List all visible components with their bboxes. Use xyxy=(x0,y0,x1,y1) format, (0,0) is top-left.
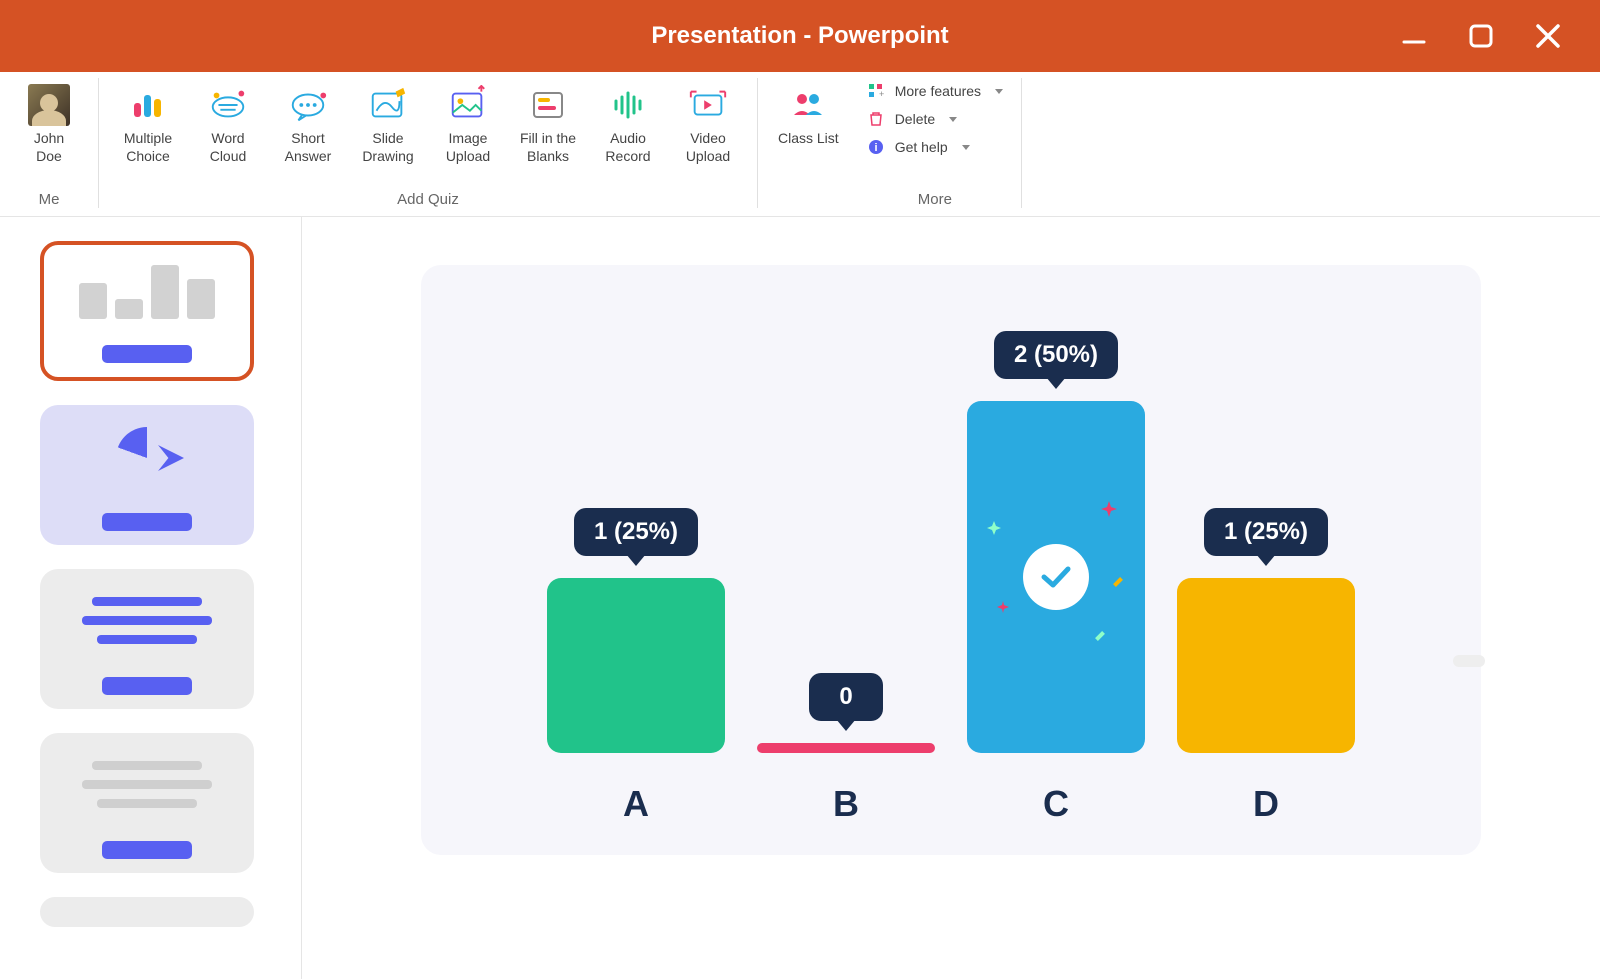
sparkle-icon xyxy=(1101,501,1117,517)
avatar-icon xyxy=(28,84,70,126)
word-cloud-icon xyxy=(207,84,249,126)
chart-bar-c: 2 (50%) C xyxy=(966,331,1146,825)
ribbon-group-quiz: Multiple Choice Word Cloud Short Answer xyxy=(99,72,757,216)
bar-label: A xyxy=(623,783,649,825)
ribbon-group-more: Class List + More features Delete xyxy=(758,72,1021,216)
slide-thumbnail-4[interactable] xyxy=(40,733,254,873)
slide-drawing-button[interactable]: Slide Drawing xyxy=(357,80,419,169)
close-button[interactable] xyxy=(1534,22,1562,50)
bar-rect xyxy=(547,578,725,753)
short-answer-button[interactable]: Short Answer xyxy=(277,80,339,169)
bar-rect xyxy=(1177,578,1355,753)
window-title: Presentation - Powerpoint xyxy=(651,22,948,50)
maximize-button[interactable] xyxy=(1468,23,1494,49)
more-features-icon: + xyxy=(867,82,885,100)
bar-rect xyxy=(757,743,935,753)
bar-tooltip: 0 xyxy=(809,673,882,721)
audio-record-button[interactable]: Audio Record xyxy=(597,80,659,169)
chart-bar-d: 1 (25%) D xyxy=(1176,508,1356,825)
image-upload-icon xyxy=(447,84,489,126)
slide-thumbnail-1[interactable] xyxy=(40,241,254,381)
chevron-down-icon xyxy=(962,145,970,150)
sparkle-icon xyxy=(987,521,1001,535)
ribbon-group-label-more: More xyxy=(867,191,1003,212)
correct-answer-badge xyxy=(1023,544,1089,610)
ribbon-separator xyxy=(1021,78,1022,208)
bar-label: D xyxy=(1253,783,1279,825)
slide-thumbnail-5[interactable] xyxy=(40,897,254,927)
ribbon-group-me: John Doe Me xyxy=(0,72,98,216)
slide: 1 (25%) A 0 B 2 (50%) xyxy=(421,265,1481,855)
fill-blanks-icon xyxy=(527,84,569,126)
chart-bar-b: 0 B xyxy=(756,673,936,825)
chevron-down-icon xyxy=(995,89,1003,94)
info-icon: i xyxy=(867,138,885,156)
slide-thumbnail-2[interactable] xyxy=(40,405,254,545)
ribbon-group-label-me: Me xyxy=(18,191,80,212)
bar-tooltip: 1 (25%) xyxy=(1204,508,1328,556)
bar-tooltip: 2 (50%) xyxy=(994,331,1118,379)
bar-label: B xyxy=(833,783,859,825)
window-controls xyxy=(1400,0,1600,72)
short-answer-icon xyxy=(287,84,329,126)
sparkle-icon xyxy=(1095,631,1105,641)
delete-button[interactable]: Delete xyxy=(867,110,1003,128)
video-upload-button[interactable]: Video Upload xyxy=(677,80,739,169)
bar-rect xyxy=(967,401,1145,753)
chart-bar-a: 1 (25%) A xyxy=(546,508,726,825)
multiple-choice-button[interactable]: Multiple Choice xyxy=(117,80,179,169)
svg-text:+: + xyxy=(879,89,884,99)
fill-blanks-button[interactable]: Fill in the Blanks xyxy=(517,80,579,169)
ribbon: John Doe Me Multiple Choice Word Clou xyxy=(0,72,1600,217)
sparkle-icon xyxy=(997,601,1009,613)
slide-canvas: 1 (25%) A 0 B 2 (50%) xyxy=(302,217,1600,979)
slide-thumbnail-3[interactable] xyxy=(40,569,254,709)
titlebar: Presentation - Powerpoint xyxy=(0,0,1600,72)
body: 1 (25%) A 0 B 2 (50%) xyxy=(0,217,1600,979)
class-list-button[interactable]: Class List xyxy=(776,80,841,152)
svg-text:i: i xyxy=(874,142,877,154)
user-name: John Doe xyxy=(34,130,64,165)
minimize-button[interactable] xyxy=(1400,22,1428,50)
app-window: Presentation - Powerpoint John Doe Me xyxy=(0,0,1600,979)
trash-icon xyxy=(867,110,885,128)
multiple-choice-icon xyxy=(127,84,169,126)
sparkle-icon xyxy=(1113,577,1123,587)
chevron-down-icon xyxy=(949,117,957,122)
get-help-button[interactable]: i Get help xyxy=(867,138,1003,156)
scroll-handle[interactable] xyxy=(1453,655,1485,667)
bar-tooltip: 1 (25%) xyxy=(574,508,698,556)
word-cloud-button[interactable]: Word Cloud xyxy=(197,80,259,169)
ribbon-group-label-quiz: Add Quiz xyxy=(117,191,739,212)
class-list-icon xyxy=(787,84,829,126)
slide-drawing-icon xyxy=(367,84,409,126)
bar-label: C xyxy=(1043,783,1069,825)
image-upload-button[interactable]: Image Upload xyxy=(437,80,499,169)
user-profile[interactable]: John Doe xyxy=(18,80,80,169)
more-features-button[interactable]: + More features xyxy=(867,82,1003,100)
slide-thumbnails[interactable] xyxy=(0,217,302,979)
video-upload-icon xyxy=(687,84,729,126)
audio-record-icon xyxy=(607,84,649,126)
